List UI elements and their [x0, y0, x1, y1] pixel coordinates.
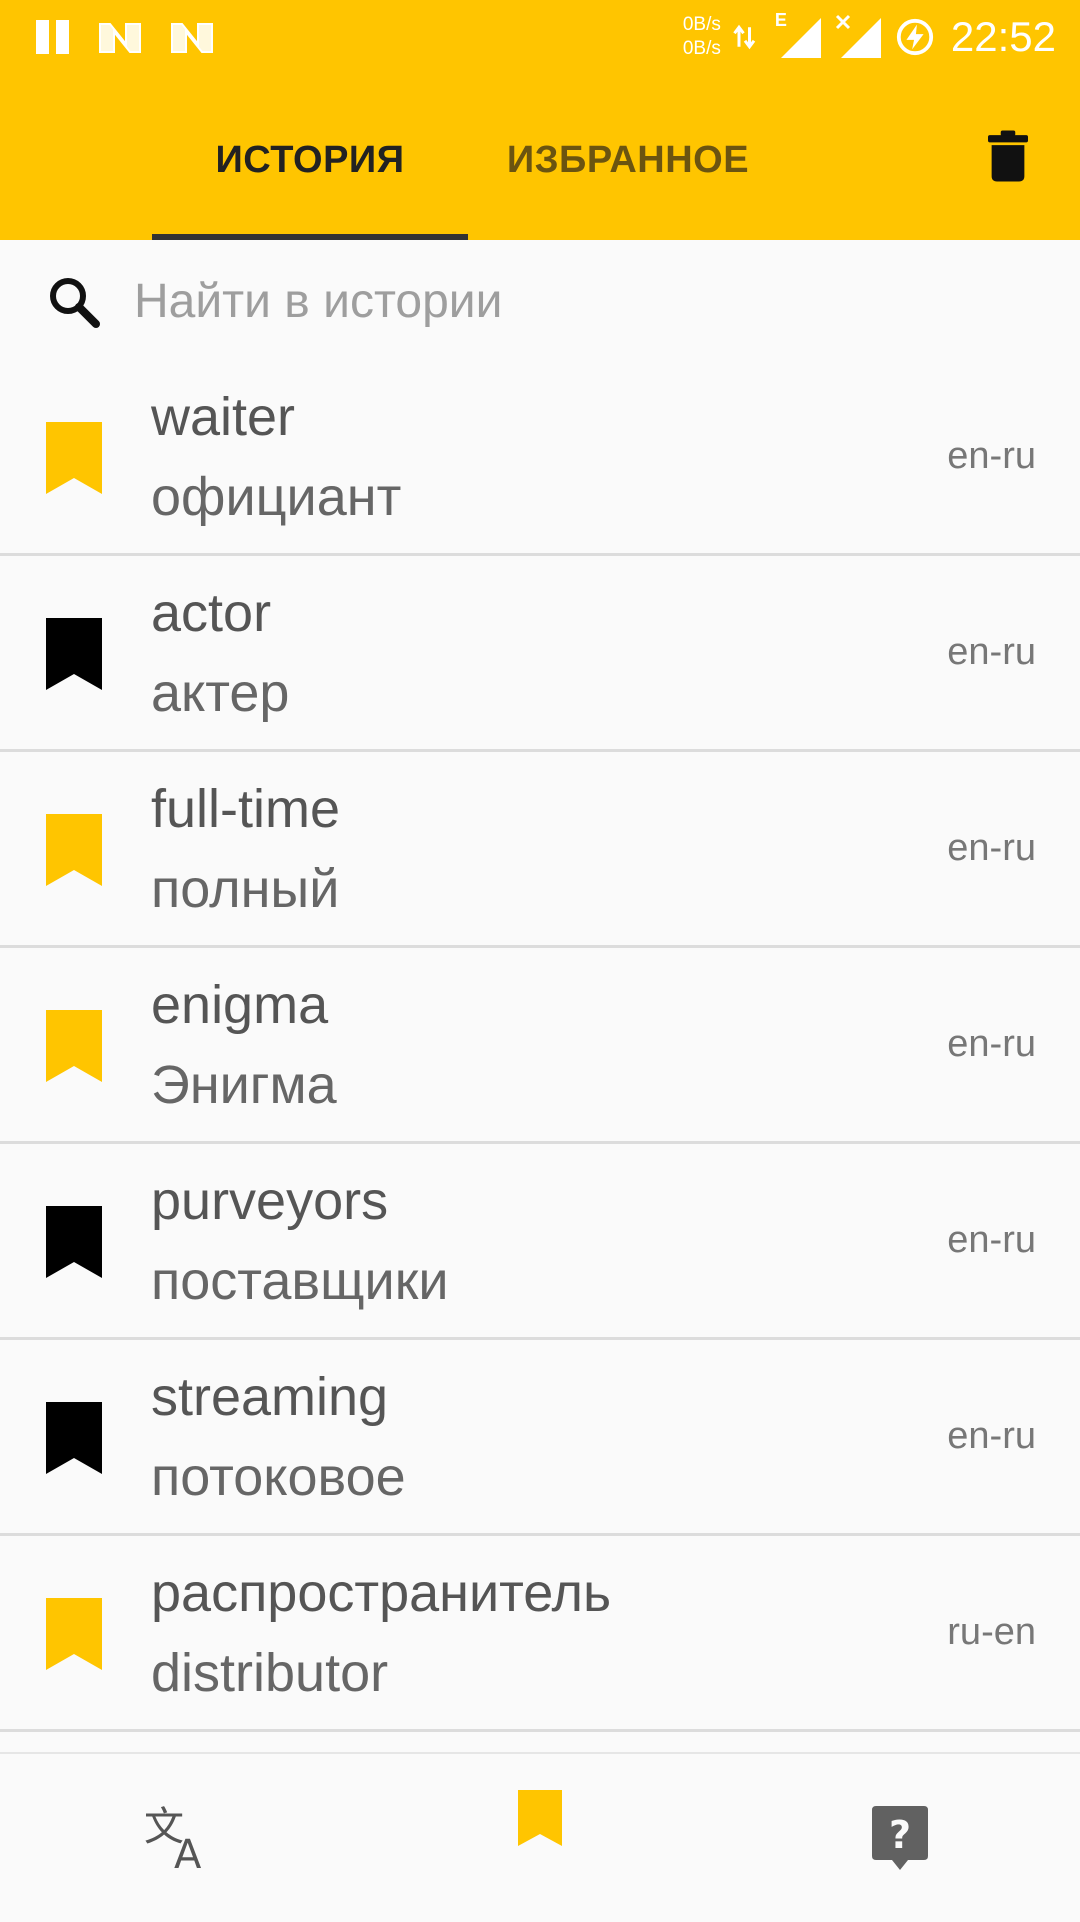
no-signal-icon — [835, 14, 883, 60]
list-item[interactable]: full-time полный en-ru — [0, 752, 1080, 948]
bookmark-icon[interactable] — [46, 1402, 102, 1474]
translate-icon: 文 A — [144, 1806, 202, 1870]
bottom-navigation: 文 A ? — [0, 1752, 1080, 1922]
list-item[interactable]: waiter официант en-ru — [0, 360, 1080, 556]
clock: 22:52 — [950, 13, 1056, 60]
translation: актер — [151, 663, 290, 723]
language-pair: en-ru — [947, 1415, 1036, 1457]
upload-speed: 0B/s — [682, 14, 721, 35]
list-item[interactable]: actor актер en-ru — [0, 556, 1080, 752]
source-word: waiter — [151, 387, 296, 447]
status-notifications — [34, 18, 218, 58]
data-arrows-icon — [733, 24, 756, 50]
status-system: 0B/s 0B/s E 22:52 — [683, 10, 1056, 64]
svg-text:?: ? — [889, 1813, 911, 1857]
language-pair: en-ru — [947, 1023, 1036, 1065]
bookmark-icon[interactable] — [46, 422, 102, 494]
language-pair: en-ru — [947, 435, 1036, 477]
language-pair: ru-en — [947, 1611, 1036, 1653]
language-pair: en-ru — [947, 631, 1036, 673]
translation: Энигма — [151, 1055, 337, 1115]
pause-icon — [34, 18, 74, 58]
source-word: распространитель — [151, 1563, 612, 1623]
bookmark-icon[interactable] — [46, 618, 102, 690]
list-item[interactable]: purveyors поставщики en-ru — [0, 1144, 1080, 1340]
source-word: streaming — [151, 1367, 389, 1427]
bookmark-icon — [518, 1790, 562, 1846]
svg-text:A: A — [174, 1832, 202, 1870]
nav-help-button[interactable]: ? — [800, 1754, 1000, 1922]
translation: потоковое — [151, 1447, 406, 1507]
tab-history[interactable]: ИСТОРИЯ — [152, 120, 468, 200]
bookmark-icon[interactable] — [46, 1206, 102, 1278]
language-pair: en-ru — [947, 1219, 1036, 1261]
source-word: actor — [151, 583, 272, 643]
tab-favorites-label: ИЗБРАННОЕ — [506, 138, 750, 181]
source-word: full-time — [151, 779, 341, 839]
notification-n-icon — [99, 23, 141, 53]
translation: полный — [151, 859, 340, 919]
language-pair: en-ru — [947, 827, 1036, 869]
trash-icon — [988, 130, 1028, 182]
nav-translate-button[interactable]: 文 A — [80, 1754, 280, 1922]
list-item[interactable]: распространитель distributor ru-en — [0, 1536, 1080, 1732]
tab-favorites[interactable]: ИЗБРАННОЕ — [468, 120, 788, 200]
notification-n-icon — [171, 23, 213, 53]
translation: distributor — [151, 1643, 389, 1703]
bookmark-icon[interactable] — [46, 1010, 102, 1082]
signal-icon: E — [775, 10, 823, 60]
source-word: purveyors — [151, 1171, 389, 1231]
bookmark-icon[interactable] — [46, 814, 102, 886]
bookmark-icon[interactable] — [46, 1598, 102, 1670]
list-item[interactable]: enigma Энигма en-ru — [0, 948, 1080, 1144]
translation: поставщики — [151, 1251, 449, 1311]
help-icon: ? — [872, 1806, 928, 1870]
list-item[interactable]: streaming потоковое en-ru — [0, 1340, 1080, 1536]
clear-history-button[interactable] — [976, 124, 1040, 188]
download-speed: 0B/s — [682, 38, 721, 59]
history-list: waiter официант en-ru actor актер en-ru … — [0, 360, 1080, 1750]
translation: официант — [151, 467, 402, 527]
nav-bookmarks-button[interactable] — [440, 1754, 640, 1922]
search-icon — [50, 278, 100, 328]
status-bar: 0B/s 0B/s E 22:52 — [0, 0, 1080, 72]
search-input[interactable] — [134, 268, 1034, 334]
battery-charging-icon — [896, 18, 933, 56]
source-word: enigma — [151, 975, 329, 1035]
app-header: 0B/s 0B/s E 22:52 ИСТОРИЯ ИЗБРАННОЕ — [0, 0, 1080, 240]
search-bar — [0, 240, 1080, 360]
tab-history-label: ИСТОРИЯ — [215, 138, 405, 181]
network-speed: 0B/s 0B/s — [683, 13, 721, 61]
